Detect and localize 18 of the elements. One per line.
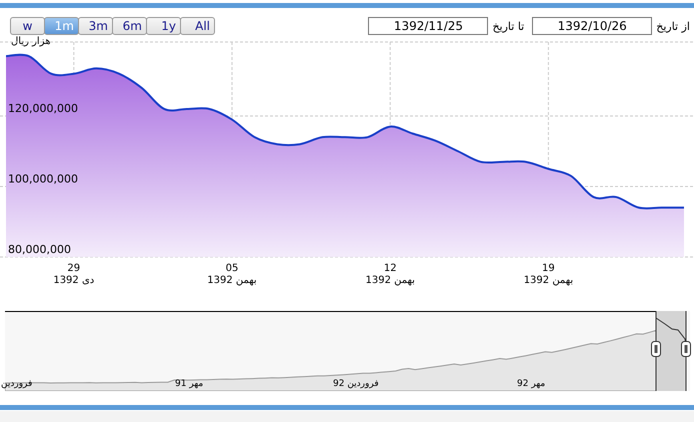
range-button[interactable]: 6m <box>112 17 147 35</box>
y-axis-label: 120,000,000 <box>8 102 78 116</box>
date-label: از تاریخ <box>656 20 690 32</box>
y-axis-label: 80,000,000 <box>8 243 71 256</box>
date-label: تا تاریخ <box>492 20 524 32</box>
navigator-label: فروردین <box>1 379 32 389</box>
date-input[interactable]: 1392/10/26 <box>532 17 652 35</box>
navigator-label: مهر 92 <box>517 379 546 389</box>
range-button[interactable]: 1y <box>146 17 181 35</box>
range-button[interactable]: All <box>180 17 215 35</box>
navigator-label: مهر 91 <box>175 379 204 389</box>
y-axis-label: 100,000,000 <box>8 172 78 186</box>
navigator-label: فروردین 92 <box>333 379 379 389</box>
date-input[interactable]: 1392/11/25 <box>368 17 488 35</box>
range-button[interactable]: 3m <box>78 17 113 35</box>
handle-icon[interactable] <box>681 341 691 357</box>
handle-icon[interactable] <box>651 341 661 357</box>
range-button[interactable]: w <box>10 17 45 35</box>
